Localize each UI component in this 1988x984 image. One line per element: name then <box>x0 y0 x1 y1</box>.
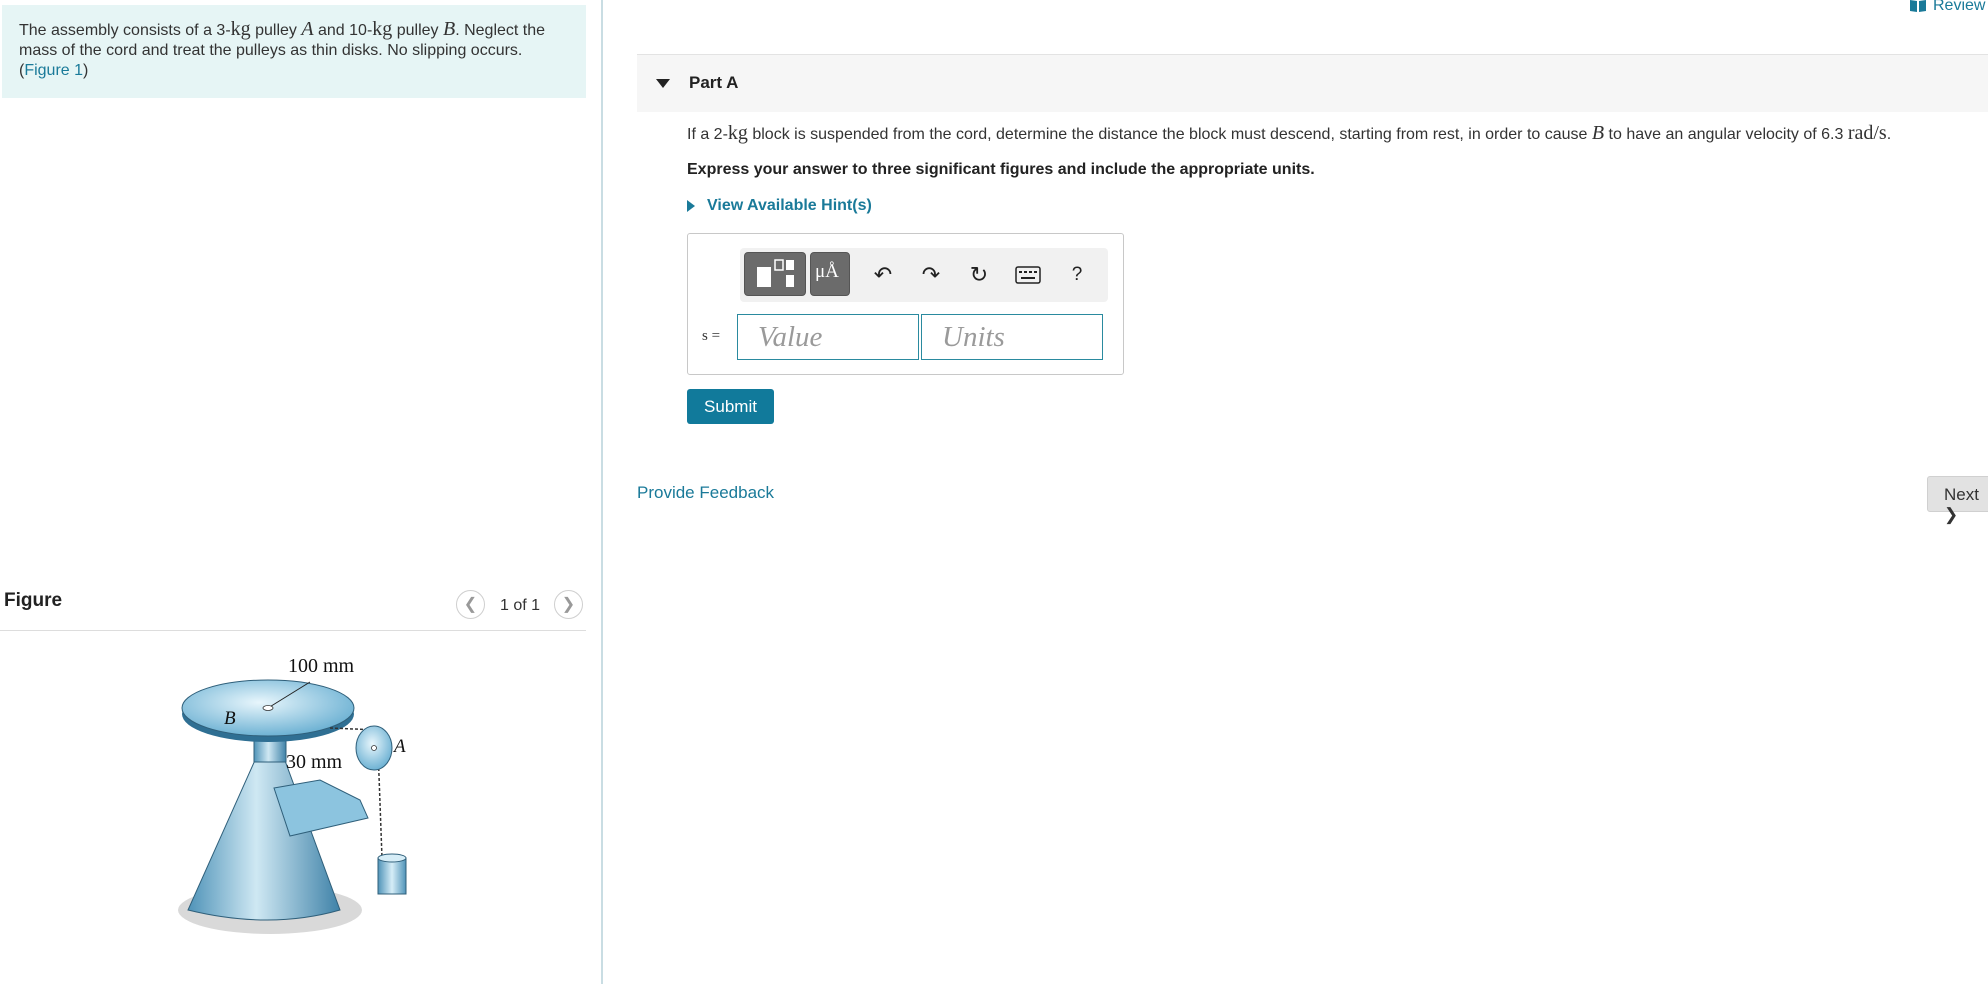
caret-down-icon <box>656 79 670 88</box>
units-button[interactable]: μÅ <box>810 252 850 296</box>
figure-header: Figure ❮ 1 of 1 ❯ <box>0 588 586 631</box>
units-input[interactable] <box>921 314 1103 360</box>
block-top <box>377 853 407 863</box>
figure-next-button[interactable]: ❯ <box>554 590 583 619</box>
math-toolbar: μÅ ↶ ↷ ↻ ? <box>740 248 1108 302</box>
pulley-b-hub <box>262 705 274 711</box>
shaft <box>253 739 287 763</box>
review-label: Review <box>1933 0 1986 14</box>
variable-b: B <box>1591 122 1605 144</box>
reset-button[interactable]: ↻ <box>964 260 994 290</box>
help-icon: ? <box>1071 264 1083 285</box>
submit-button[interactable]: Submit <box>687 389 774 424</box>
unit-kg: kg <box>230 18 251 40</box>
problem-text-1: The assembly consists of a 3- <box>19 22 231 39</box>
units-mu-angstrom-icon: μÅ <box>815 261 839 282</box>
review-link[interactable]: Review <box>1910 0 1985 15</box>
part-title: Part A <box>689 73 739 92</box>
label-pulley-a: A <box>392 736 406 757</box>
templates-button[interactable] <box>744 252 806 296</box>
part-a-header[interactable]: Part A <box>637 54 1988 112</box>
chevron-left-icon: ❮ <box>463 596 478 613</box>
figure-counter: 1 of 1 <box>500 597 541 614</box>
support-arm <box>273 779 369 837</box>
help-button[interactable]: ? <box>1062 260 1092 290</box>
redo-icon: ↷ <box>921 262 941 287</box>
figure-title: Figure <box>4 590 63 611</box>
question-text: If a 2-kg block is suspended from the co… <box>687 122 1891 145</box>
figure-link[interactable]: Figure 1 <box>24 62 83 79</box>
undo-icon: ↶ <box>873 262 893 287</box>
value-input[interactable] <box>737 314 919 360</box>
variable-a: A <box>301 18 314 40</box>
problem-text-3: and 10- <box>313 22 373 39</box>
problem-text-4: pulley <box>392 22 443 39</box>
hint-label: View Available Hint(s) <box>707 197 872 214</box>
label-radius-a: 30 mm <box>286 751 343 773</box>
hanging-block <box>377 857 407 895</box>
reset-icon: ↻ <box>969 262 989 287</box>
question-part: to have an angular velocity of 6.3 <box>1604 126 1848 143</box>
variable-b: B <box>442 18 456 40</box>
answer-box: μÅ ↶ ↷ ↻ ? s = <box>687 233 1124 375</box>
variable-label: s = <box>702 328 721 344</box>
problem-statement: The assembly consists of a 3-kg pulley A… <box>2 5 586 98</box>
chevron-right-icon: ❯ <box>561 596 576 613</box>
pulley-a-hub <box>371 745 377 751</box>
figure-prev-button[interactable]: ❮ <box>456 590 485 619</box>
undo-button[interactable]: ↶ <box>868 260 898 290</box>
templates-icon <box>757 259 794 287</box>
label-pulley-b: B <box>224 708 236 729</box>
provide-feedback-link[interactable]: Provide Feedback <box>637 483 774 503</box>
question-part: If a 2- <box>687 126 728 143</box>
label-radius-b: 100 mm <box>288 655 355 677</box>
view-hints-link[interactable]: View Available Hint(s) <box>687 197 872 215</box>
pulley-figure: 100 mm 30 mm A B <box>178 655 407 934</box>
caret-right-icon <box>687 200 695 212</box>
redo-button[interactable]: ↷ <box>916 260 946 290</box>
question-part: block is suspended from the cord, determ… <box>747 126 1592 143</box>
book-icon <box>1910 0 1926 12</box>
next-button[interactable]: Next ❯ <box>1927 476 1988 524</box>
unit-kg: kg <box>372 18 393 40</box>
keyboard-icon <box>1015 266 1041 284</box>
problem-text-2: pulley <box>250 22 302 39</box>
pane-divider[interactable] <box>601 0 603 984</box>
question-part: . <box>1886 126 1892 143</box>
unit-kg: kg <box>727 122 748 144</box>
answer-instructions: Express your answer to three significant… <box>687 161 1315 178</box>
keyboard-button[interactable] <box>1013 260 1043 290</box>
unit-rad-per-s: rad/s <box>1847 122 1887 144</box>
paren-close: ) <box>83 62 89 79</box>
